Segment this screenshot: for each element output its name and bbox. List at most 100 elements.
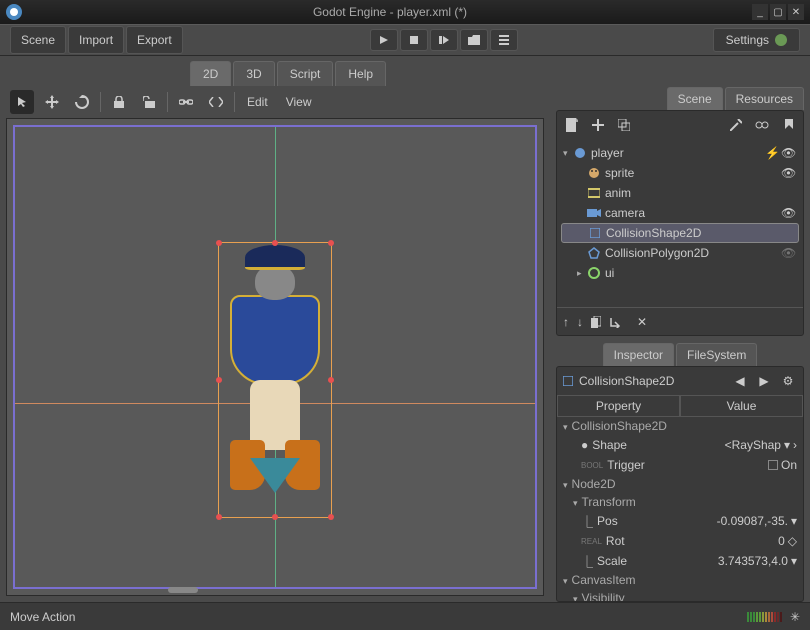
close-button[interactable]: ✕ bbox=[788, 4, 804, 20]
node2d-icon bbox=[573, 146, 587, 160]
reparent-icon[interactable] bbox=[609, 316, 621, 328]
performance-meter bbox=[747, 612, 782, 622]
handle-br[interactable] bbox=[328, 514, 334, 520]
camera-icon bbox=[587, 206, 601, 220]
prop-rot[interactable]: REALRot 0◇ bbox=[557, 531, 803, 551]
prop-trigger[interactable]: BOOLTrigger On bbox=[557, 455, 803, 475]
duplicate-icon[interactable] bbox=[591, 316, 601, 328]
collisionpolygon-icon bbox=[587, 246, 601, 260]
tab-inspector[interactable]: Inspector bbox=[603, 343, 674, 366]
menu-scene[interactable]: Scene bbox=[10, 26, 66, 54]
subgroup-transform[interactable]: Transform bbox=[557, 493, 803, 511]
history-back-icon[interactable]: ◀ bbox=[731, 374, 749, 388]
group-node2d[interactable]: Node2D bbox=[557, 475, 803, 493]
collisionshape-icon bbox=[588, 226, 602, 240]
script-indicator-icon[interactable]: ⚡ bbox=[765, 146, 781, 160]
link-tool[interactable] bbox=[174, 90, 198, 114]
maximize-button[interactable]: ▢ bbox=[770, 4, 786, 20]
edit-menu[interactable]: Edit bbox=[241, 91, 274, 113]
subgroup-visibility[interactable]: Visibility bbox=[557, 589, 803, 601]
tab-scene-panel[interactable]: Scene bbox=[667, 87, 723, 110]
minimize-button[interactable]: _ bbox=[752, 4, 768, 20]
tree-node-collisionshape[interactable]: CollisionShape2D bbox=[561, 223, 799, 243]
tab-script[interactable]: Script bbox=[277, 61, 334, 86]
select-tool[interactable] bbox=[10, 90, 34, 114]
tab-filesystem[interactable]: FileSystem bbox=[676, 343, 757, 366]
list-button[interactable] bbox=[490, 29, 518, 51]
handle-tr[interactable] bbox=[328, 240, 334, 246]
prop-shape[interactable]: ●Shape <RayShap▾› bbox=[557, 435, 803, 455]
tab-help[interactable]: Help bbox=[335, 61, 386, 86]
lock-tool[interactable] bbox=[107, 90, 131, 114]
move-tool[interactable] bbox=[40, 90, 64, 114]
tree-node-ui[interactable]: ▸ ui bbox=[561, 263, 799, 283]
handle-bc[interactable] bbox=[272, 514, 278, 520]
add-node-icon[interactable] bbox=[589, 116, 607, 134]
tree-node-anim[interactable]: anim bbox=[561, 183, 799, 203]
handle-bl[interactable] bbox=[216, 514, 222, 520]
expand-icon[interactable]: ▸ bbox=[577, 268, 587, 279]
tree-node-camera[interactable]: camera 👁 bbox=[561, 203, 799, 223]
prop-pos[interactable]: ⎿Pos -0.09087,-35.▾ bbox=[557, 511, 803, 531]
handle-mr[interactable] bbox=[328, 377, 334, 383]
prop-scale[interactable]: ⎿Scale 3.743573,4.0▾ bbox=[557, 551, 803, 571]
dropdown-icon[interactable]: ▾ bbox=[784, 438, 790, 452]
unlock-tool[interactable] bbox=[137, 90, 161, 114]
scene-tree[interactable]: ▾ player ⚡ 👁 sprite 👁 anim bbox=[557, 139, 803, 307]
visibility-icon[interactable]: 👁 bbox=[781, 146, 797, 160]
handle-tl[interactable] bbox=[216, 240, 222, 246]
play-button[interactable] bbox=[370, 29, 398, 51]
animation-icon bbox=[587, 186, 601, 200]
inspector-object-name: CollisionShape2D bbox=[579, 374, 725, 388]
checkbox-off[interactable] bbox=[768, 460, 778, 470]
tree-node-collisionpolygon[interactable]: CollisionPolygon2D 👁 bbox=[561, 243, 799, 263]
spinner-icon[interactable]: ◇ bbox=[788, 534, 797, 548]
visibility-icon[interactable]: 👁 bbox=[781, 166, 797, 180]
expand-icon[interactable]: ▾ bbox=[563, 148, 573, 159]
view-menu[interactable]: View bbox=[280, 91, 318, 113]
selection-box[interactable] bbox=[218, 242, 332, 518]
connect-icon[interactable] bbox=[727, 116, 745, 134]
tree-node-sprite[interactable]: sprite 👁 bbox=[561, 163, 799, 183]
gear-icon[interactable]: ⚙ bbox=[779, 374, 797, 388]
handle-ml[interactable] bbox=[216, 377, 222, 383]
folder-button[interactable] bbox=[460, 29, 488, 51]
app-logo-icon bbox=[6, 4, 22, 20]
settings-label: Settings bbox=[726, 33, 769, 47]
vector-icon: ⎿ bbox=[581, 553, 593, 570]
group-collisionshape[interactable]: CollisionShape2D bbox=[557, 417, 803, 435]
visibility-hidden-icon[interactable]: 👁 bbox=[781, 246, 797, 260]
tab-2d[interactable]: 2D bbox=[190, 61, 231, 86]
delete-icon[interactable]: ✕ bbox=[637, 315, 647, 329]
visibility-icon[interactable]: 👁 bbox=[781, 206, 797, 220]
control-icon bbox=[587, 266, 601, 280]
settings-button[interactable]: Settings bbox=[713, 28, 800, 52]
code-tool[interactable] bbox=[204, 90, 228, 114]
object-icon: ● bbox=[581, 438, 588, 452]
stop-button[interactable] bbox=[400, 29, 428, 51]
handle-tc[interactable] bbox=[272, 240, 278, 246]
history-forward-icon[interactable]: ▶ bbox=[755, 374, 773, 388]
more-icon[interactable]: › bbox=[793, 438, 797, 452]
instance-icon[interactable] bbox=[615, 116, 633, 134]
menu-export[interactable]: Export bbox=[126, 26, 183, 54]
rotate-tool[interactable] bbox=[70, 90, 94, 114]
move-down-icon[interactable]: ↓ bbox=[577, 315, 583, 329]
move-up-icon[interactable]: ↑ bbox=[563, 315, 569, 329]
menu-import[interactable]: Import bbox=[68, 26, 124, 54]
vector-icon: ⎿ bbox=[581, 513, 593, 530]
tab-resources-panel[interactable]: Resources bbox=[725, 87, 804, 110]
groups-icon[interactable] bbox=[753, 116, 771, 134]
play-scene-button[interactable] bbox=[430, 29, 458, 51]
h-scrollbar[interactable] bbox=[168, 587, 198, 593]
dropdown-icon[interactable]: ▾ bbox=[791, 514, 797, 528]
tree-node-player[interactable]: ▾ player ⚡ 👁 bbox=[561, 143, 799, 163]
window-title: Godot Engine - player.xml (*) bbox=[28, 5, 752, 19]
dropdown-icon[interactable]: ▾ bbox=[791, 554, 797, 568]
new-node-icon[interactable] bbox=[563, 116, 581, 134]
group-canvasitem[interactable]: CanvasItem bbox=[557, 571, 803, 589]
col-property: Property bbox=[557, 395, 680, 417]
tab-3d[interactable]: 3D bbox=[233, 61, 274, 86]
script-icon[interactable] bbox=[779, 116, 797, 134]
viewport-2d[interactable] bbox=[6, 118, 544, 596]
